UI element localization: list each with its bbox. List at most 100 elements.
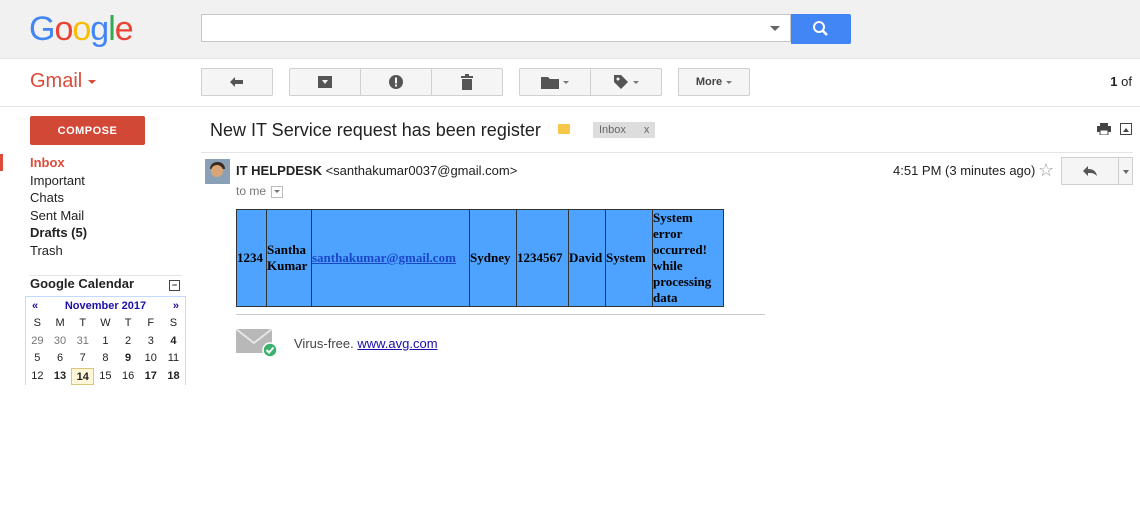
message-time: 4:51 PM (3 minutes ago) xyxy=(893,163,1036,178)
calendar-title: Google Calendar xyxy=(30,276,135,291)
new-window-icon[interactable] xyxy=(1120,123,1132,135)
back-button[interactable] xyxy=(201,68,273,96)
weekday-label: S xyxy=(33,317,42,329)
labels-button[interactable] xyxy=(590,68,662,96)
search-button[interactable] xyxy=(791,14,851,44)
calendar-day[interactable]: 15 xyxy=(94,368,117,386)
move-to-button[interactable] xyxy=(519,68,591,96)
sidebar-item-chats[interactable]: Chats xyxy=(0,189,190,207)
table-cell: 1234 xyxy=(236,209,267,307)
gmail-menu[interactable]: Gmail xyxy=(30,70,97,93)
calendar-grid: S M T W T F S 29 30 31 1 2 3 4 5 6 7 8 9 10 11 12 13 14 15 16 17 18 xyxy=(26,315,185,385)
logo-letter: e xyxy=(114,10,134,48)
folder-list: Inbox Important Chats Sent Mail Drafts (5) Tr… xyxy=(0,154,190,260)
weekday-label: W xyxy=(100,317,111,329)
table-cell: Santha Kumar xyxy=(266,209,312,307)
calendar-day[interactable]: 30 xyxy=(49,333,72,351)
table-cell-email-link[interactable]: santhakumar@gmail.com xyxy=(311,209,470,307)
archive-button[interactable] xyxy=(289,68,361,96)
next-month-button[interactable]: » xyxy=(173,300,179,312)
calendar-day[interactable]: 8 xyxy=(94,350,117,368)
avg-link[interactable]: www.avg.com xyxy=(357,336,437,351)
calendar-day[interactable]: 3 xyxy=(139,333,162,351)
compose-button[interactable]: COMPOSE xyxy=(30,116,145,145)
calendar-nav: « November 2017 » xyxy=(26,297,185,315)
message-actions xyxy=(1096,123,1132,138)
calendar-day[interactable]: 6 xyxy=(49,350,72,368)
table-cell: 1234567 xyxy=(516,209,569,307)
sidebar-item-important[interactable]: Important xyxy=(0,172,190,190)
calendar-day[interactable]: 1 xyxy=(94,333,117,351)
sender-avatar[interactable] xyxy=(205,159,230,184)
sidebar-item-drafts[interactable]: Drafts (5) xyxy=(0,224,190,242)
calendar-header: Google Calendar − xyxy=(30,275,182,291)
table-cell: David xyxy=(568,209,606,307)
star-icon[interactable]: ☆ xyxy=(1038,160,1054,181)
sidebar-item-inbox[interactable]: Inbox xyxy=(0,154,190,172)
importance-marker-icon[interactable] xyxy=(558,124,570,134)
search-options-caret-icon[interactable] xyxy=(770,26,780,31)
header-divider xyxy=(201,152,1133,153)
collapse-icon[interactable]: − xyxy=(169,280,180,291)
signature-divider xyxy=(236,314,765,315)
calendar-day[interactable]: 18 xyxy=(162,368,185,386)
print-icon[interactable] xyxy=(1096,123,1111,136)
calendar-day[interactable]: 5 xyxy=(26,350,49,368)
sidebar-item-sent-mail[interactable]: Sent Mail xyxy=(0,207,190,225)
search-input[interactable] xyxy=(201,14,791,42)
calendar-day[interactable]: 31 xyxy=(71,333,94,351)
back-arrow-icon xyxy=(230,77,243,87)
logo-letter: o xyxy=(54,10,73,48)
table-cell: Sydney xyxy=(469,209,517,307)
mini-calendar: « November 2017 » S M T W T F S 29 30 31 1 2 3 4 5 6 7 8 9… xyxy=(25,296,186,385)
sender-email: <santhakumar0037@gmail.com> xyxy=(325,163,518,178)
pager-of: of xyxy=(1121,74,1132,89)
table-cell: System xyxy=(605,209,653,307)
chevron-down-icon xyxy=(88,79,97,84)
virus-free-notice: Virus-free. www.avg.com xyxy=(294,336,438,351)
sender-line: IT HELPDESK <santhakumar0037@gmail.com> xyxy=(236,163,517,178)
sidebar-item-trash[interactable]: Trash xyxy=(0,242,190,260)
reply-icon xyxy=(1083,166,1097,176)
more-button[interactable]: More xyxy=(678,68,750,96)
calendar-day[interactable]: 9 xyxy=(117,350,140,368)
message-subject: New IT Service request has been register xyxy=(210,120,541,140)
weekday-label: S xyxy=(169,317,178,329)
pager: 1 of xyxy=(1110,74,1132,89)
delete-button[interactable] xyxy=(431,68,503,96)
more-reply-options-button[interactable] xyxy=(1118,157,1133,185)
calendar-day[interactable]: 2 xyxy=(117,333,140,351)
reply-button[interactable] xyxy=(1061,157,1119,185)
weekday-label: F xyxy=(147,317,155,329)
top-bar: Google xyxy=(0,0,1140,59)
calendar-day[interactable]: 12 xyxy=(26,368,49,386)
calendar-day[interactable]: 13 xyxy=(49,368,72,386)
show-details-icon[interactable] xyxy=(271,185,284,198)
logo-letter: o xyxy=(72,10,91,48)
logo-letter: G xyxy=(29,10,55,48)
calendar-day[interactable]: 17 xyxy=(139,368,162,386)
google-logo[interactable]: Google xyxy=(29,10,134,49)
prev-month-button[interactable]: « xyxy=(32,300,38,312)
table-cell: System error occurred! while processing … xyxy=(652,209,724,307)
message-view: New IT Service request has been register… xyxy=(201,107,1140,506)
calendar-day[interactable]: 4 xyxy=(162,333,185,351)
calendar-day[interactable]: 10 xyxy=(139,350,162,368)
calendar-day[interactable]: 29 xyxy=(26,333,49,351)
request-table: 1234 Santha Kumar santhakumar@gmail.com Syd… xyxy=(236,209,724,307)
weekday-label: T xyxy=(79,317,87,329)
label-tag-icon xyxy=(614,75,628,89)
calendar-day-today[interactable]: 14 xyxy=(71,367,95,385)
report-spam-button[interactable] xyxy=(360,68,432,96)
pager-current: 1 xyxy=(1110,74,1118,89)
calendar-day[interactable]: 16 xyxy=(117,368,140,386)
weekday-label: T xyxy=(124,317,132,329)
calendar-day[interactable]: 7 xyxy=(71,350,94,368)
action-toolbar: Gmail More 1 of xyxy=(0,58,1140,107)
calendar-month: November 2017 xyxy=(64,300,147,312)
remove-label-button[interactable]: x xyxy=(644,124,650,136)
inbox-label-chip: Inbox x xyxy=(593,122,656,138)
weekday-label: M xyxy=(55,317,65,329)
sender-name[interactable]: IT HELPDESK xyxy=(236,163,322,178)
calendar-day[interactable]: 11 xyxy=(162,350,185,368)
